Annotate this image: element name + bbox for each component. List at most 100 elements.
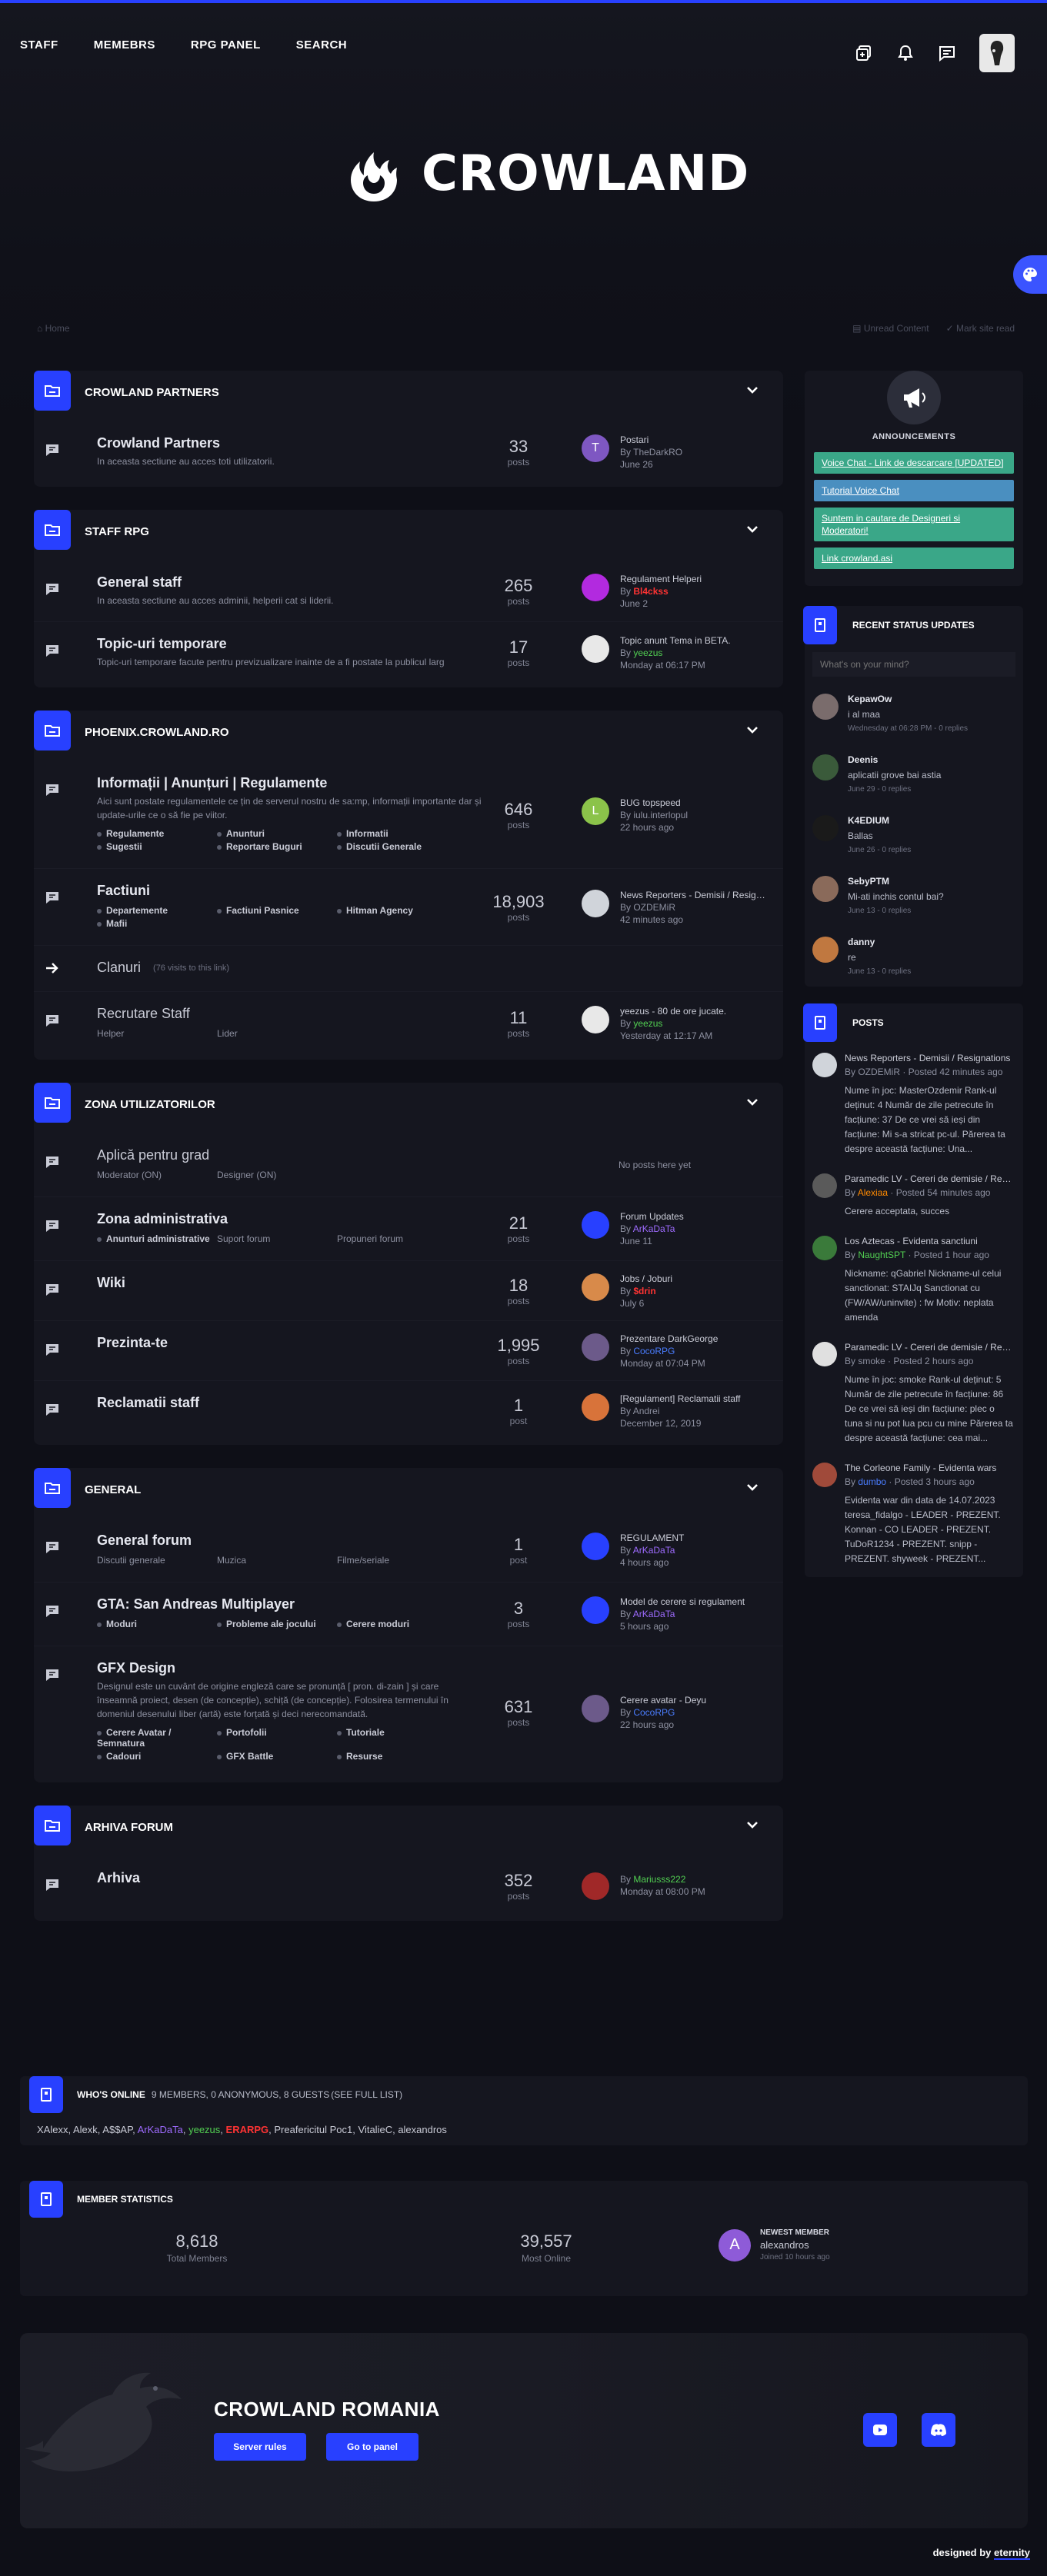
- category-header[interactable]: ARHIVA FORUM: [34, 1806, 783, 1849]
- last-poster-avatar[interactable]: [582, 573, 609, 601]
- post-author[interactable]: dumbo: [858, 1476, 886, 1487]
- subforum-link[interactable]: Discutii generale: [97, 1555, 217, 1566]
- forum-title[interactable]: Prezinta-te: [97, 1335, 482, 1351]
- last-post-title[interactable]: [Regulament] Reclamatii staff: [620, 1393, 766, 1404]
- last-poster-name[interactable]: Bl4ckss: [633, 586, 668, 597]
- youtube-button[interactable]: [863, 2413, 897, 2447]
- subforum-link[interactable]: Discutii Generale: [337, 841, 457, 852]
- subforum-link[interactable]: Muzica: [217, 1555, 337, 1566]
- forum-title[interactable]: GTA: San Andreas Multiplayer: [97, 1596, 482, 1612]
- subforum-link[interactable]: Hitman Agency: [337, 905, 457, 916]
- forum-title[interactable]: Zona administrativa: [97, 1211, 482, 1227]
- see-full-list-link[interactable]: (SEE FULL LIST): [331, 2089, 402, 2100]
- last-post-title[interactable]: Prezentare DarkGeorge: [620, 1333, 766, 1344]
- category-title[interactable]: STAFF RPG: [85, 525, 149, 538]
- subforum-link[interactable]: Informatii: [337, 828, 457, 839]
- subforum-link[interactable]: Tutoriale: [337, 1727, 457, 1749]
- last-poster-name[interactable]: ArKaDaTa: [633, 1609, 675, 1619]
- last-post-title[interactable]: Postari: [620, 434, 766, 445]
- status-avatar[interactable]: [812, 937, 839, 963]
- last-poster-name[interactable]: CocoRPG: [633, 1346, 675, 1356]
- last-poster-name[interactable]: TheDarkRO: [633, 447, 682, 458]
- site-logo[interactable]: CROWLAND: [343, 143, 749, 205]
- last-poster-avatar[interactable]: [582, 1393, 609, 1421]
- post-title[interactable]: Paramedic LV - Cereri de demisie / Resig…: [845, 1342, 1014, 1353]
- category-title[interactable]: PHOENIX.CROWLAND.RO: [85, 726, 229, 739]
- messages-icon[interactable]: [938, 44, 956, 62]
- announcement-link[interactable]: Link crowland.asi: [814, 547, 1014, 569]
- unread-content-link[interactable]: ▤ Unread Content: [852, 323, 929, 334]
- last-post-title[interactable]: Topic anunt Tema in BETA.: [620, 635, 766, 646]
- collapse-chevron-icon[interactable]: [746, 384, 759, 396]
- last-poster-avatar[interactable]: [582, 1596, 609, 1624]
- subforum-link[interactable]: Cadouri: [97, 1751, 217, 1762]
- category-header[interactable]: GENERAL: [34, 1468, 783, 1511]
- last-poster-name[interactable]: yeezus: [633, 1018, 662, 1029]
- create-icon[interactable]: [855, 44, 873, 62]
- category-title[interactable]: GENERAL: [85, 1483, 141, 1496]
- subforum-link[interactable]: Departemente: [97, 905, 217, 916]
- category-title[interactable]: ARHIVA FORUM: [85, 1821, 173, 1834]
- subforum-link[interactable]: Moderator (ON): [97, 1170, 217, 1180]
- last-poster-avatar[interactable]: L: [582, 797, 609, 825]
- category-header[interactable]: ZONA UTILIZATORILOR: [34, 1083, 783, 1126]
- subforum-link[interactable]: Anunturi: [217, 828, 337, 839]
- subforum-link[interactable]: Helper: [97, 1028, 217, 1039]
- forum-title[interactable]: Topic-uri temporare: [97, 636, 482, 652]
- forum-title[interactable]: Wiki: [97, 1275, 482, 1291]
- newest-member-avatar[interactable]: A: [719, 2228, 751, 2261]
- status-avatar[interactable]: [812, 694, 839, 720]
- last-post-title[interactable]: Cerere avatar - Deyu: [620, 1695, 766, 1706]
- last-post-title[interactable]: Model de cerere si regulament: [620, 1596, 766, 1607]
- collapse-chevron-icon[interactable]: [746, 1097, 759, 1108]
- forum-title[interactable]: General forum: [97, 1533, 482, 1549]
- subforum-link[interactable]: Designer (ON): [217, 1170, 337, 1180]
- last-post-title[interactable]: Jobs / Joburi: [620, 1273, 766, 1284]
- last-post-title[interactable]: Forum Updates: [620, 1211, 766, 1222]
- nav-staff[interactable]: STAFF: [20, 38, 58, 52]
- status-avatar[interactable]: [812, 815, 839, 841]
- online-user[interactable]: ArKaDaTa: [138, 2124, 183, 2135]
- last-poster-avatar[interactable]: [582, 1694, 609, 1722]
- post-avatar[interactable]: [812, 1173, 837, 1198]
- subforum-link[interactable]: Cerere moduri: [337, 1619, 457, 1629]
- last-poster-avatar[interactable]: [582, 634, 609, 663]
- collapse-chevron-icon[interactable]: [746, 724, 759, 736]
- subforum-link[interactable]: Moduri: [97, 1619, 217, 1629]
- last-poster-name[interactable]: Mariusss222: [633, 1874, 685, 1885]
- server-rules-button[interactable]: Server rules: [214, 2433, 306, 2461]
- post-title[interactable]: The Corleone Family - Evidenta wars: [845, 1463, 1014, 1473]
- subforum-link[interactable]: Resurse: [337, 1751, 457, 1762]
- subforum-link[interactable]: Portofolii: [217, 1727, 337, 1749]
- online-user[interactable]: ERARPG: [226, 2124, 269, 2135]
- breadcrumb[interactable]: ⌂ Home: [37, 323, 70, 334]
- forum-title[interactable]: Arhiva: [97, 1870, 482, 1886]
- newest-member-name[interactable]: alexandros: [760, 2239, 830, 2251]
- designed-by-brand[interactable]: eternity: [994, 2547, 1030, 2560]
- post-title[interactable]: Los Aztecas - Evidenta sanctiuni: [845, 1236, 1014, 1246]
- last-post-title[interactable]: News Reporters - Demisii / Resignations: [620, 890, 766, 900]
- last-poster-avatar[interactable]: [582, 1006, 609, 1033]
- online-user[interactable]: yeezus: [188, 2124, 220, 2135]
- nav-rpg-panel[interactable]: RPG PANEL: [191, 38, 261, 52]
- announcement-link[interactable]: Suntem in cautare de Designeri si Modera…: [814, 508, 1014, 541]
- forum-title[interactable]: Clanuri: [97, 960, 141, 976]
- post-avatar[interactable]: [812, 1053, 837, 1077]
- announcement-link[interactable]: Tutorial Voice Chat: [814, 480, 1014, 501]
- forum-title[interactable]: GFX Design: [97, 1660, 482, 1676]
- last-post-title[interactable]: Regulament Helperi: [620, 574, 766, 584]
- post-title[interactable]: Paramedic LV - Cereri de demisie / Resig…: [845, 1173, 1014, 1184]
- subforum-link[interactable]: Reportare Buguri: [217, 841, 337, 852]
- notifications-bell-icon[interactable]: [896, 44, 915, 62]
- forum-title[interactable]: Aplică pentru grad: [97, 1147, 482, 1163]
- online-user[interactable]: Alexk: [73, 2124, 98, 2135]
- last-poster-name[interactable]: yeezus: [633, 647, 662, 658]
- announcement-link[interactable]: Voice Chat - Link de descarcare [UPDATED…: [814, 452, 1014, 474]
- last-poster-name[interactable]: $drin: [633, 1286, 655, 1296]
- online-user[interactable]: A$$AP: [102, 2124, 132, 2135]
- post-avatar[interactable]: [812, 1342, 837, 1366]
- subforum-link[interactable]: Factiuni Pasnice: [217, 905, 337, 916]
- last-post-title[interactable]: REGULAMENT: [620, 1533, 766, 1543]
- post-author[interactable]: Alexiaa: [858, 1187, 888, 1198]
- discord-button[interactable]: [922, 2413, 955, 2447]
